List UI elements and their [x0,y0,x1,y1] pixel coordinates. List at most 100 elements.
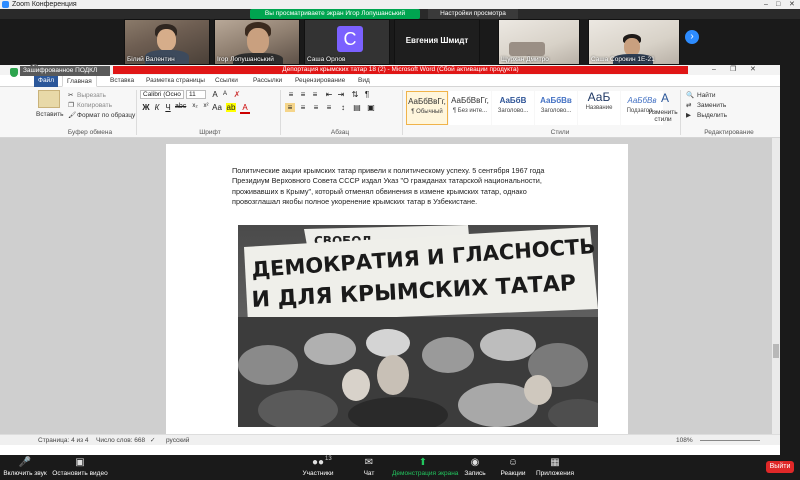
zoom-side-strip [780,65,800,455]
body-paragraph[interactable]: Политические акции крымских татар привел… [232,166,562,208]
strikethrough-icon[interactable]: abc [175,103,186,110]
tab-mailings[interactable]: Рассылки [249,75,286,87]
stop-video-button[interactable]: ▣ Остановить видео [52,455,108,480]
zoom-level[interactable]: 108% [676,435,693,446]
copy-icon[interactable]: ❐ [68,101,74,110]
line-spacing-icon[interactable]: ↕ [338,103,348,112]
find-icon[interactable]: 🔍 [686,91,694,100]
decrease-indent-icon[interactable]: ⇤ [324,90,334,99]
bullets-icon[interactable]: ≡ [286,90,296,99]
format-painter-button[interactable]: Формат по образцу [77,111,135,120]
word-count[interactable]: Число слов: 668 [96,435,145,446]
tab-review[interactable]: Рецензирование [291,75,349,87]
encryption-shield-icon[interactable] [10,68,18,77]
change-case-icon[interactable]: Аа [212,103,222,112]
tab-file[interactable]: Файл [34,75,58,87]
subscript-icon[interactable]: x₂ [190,103,200,109]
align-left-icon[interactable]: ≡ [285,103,295,112]
view-options-button[interactable]: Настройки просмотра [428,9,518,19]
proofing-icon[interactable]: ✓ [150,435,155,446]
clear-format-icon[interactable]: ✗ [232,90,242,99]
close-icon[interactable]: ✕ [789,0,795,9]
cut-button[interactable]: Вырезать [77,91,106,100]
word-window-title: Депортация крымских татар 18 (2) - Micro… [113,66,688,74]
highlight-icon[interactable]: ab [226,103,236,112]
chat-button[interactable]: ✉ Чат [356,455,382,480]
align-center-icon[interactable]: ≡ [298,103,308,112]
italic-icon[interactable]: К [152,103,162,112]
format-painter-icon[interactable]: 🖌 [68,111,76,120]
increase-indent-icon[interactable]: ⇥ [336,90,346,99]
style-heading-1[interactable]: АаБбВ Заголово... [492,91,534,125]
participant-tile[interactable]: Ігор Лопушанський [214,19,300,65]
vertical-scrollbar[interactable] [772,138,780,434]
paste-icon[interactable] [38,90,60,108]
apps-button[interactable]: ▦ Приложения [534,455,576,480]
group-label-styles: Стили [550,129,570,136]
replace-icon[interactable]: ⇄ [686,101,691,110]
justify-icon[interactable]: ≡ [324,103,334,112]
find-button[interactable]: Найти [697,91,716,100]
tab-insert[interactable]: Вставка [106,75,138,87]
participant-name: Білий Валентин [127,56,175,63]
change-styles-button[interactable]: Изменить стили [648,109,678,123]
replace-button[interactable]: Заменить [697,101,726,110]
grow-font-icon[interactable]: A [210,90,220,99]
share-screen-button[interactable]: ⬆ Демонстрация экрана [392,455,458,480]
protest-photo[interactable]: СВОБОД ДЕМОКРАТИЯ И ГЛАСНОСТЬ И ДЛЯ КРЫМ… [238,225,598,427]
copy-button[interactable]: Копировать [77,101,112,110]
font-size-select[interactable]: 11 [186,90,206,99]
numbering-icon[interactable]: ≡ [298,90,308,99]
underline-icon[interactable]: Ч [163,103,173,112]
unmute-button[interactable]: 🎤 Включить звук [2,455,48,480]
participant-tile[interactable]: Щурхан Дмитро [498,19,580,65]
superscript-icon[interactable]: x² [201,103,211,109]
participants-button[interactable]: ●● 13 Участники [298,455,338,480]
sort-icon[interactable]: ⇅ [350,90,360,99]
style-no-spacing[interactable]: АаБбВвГг, ¶ Без инте... [449,91,491,125]
leave-meeting-button[interactable]: Выйти [766,461,794,473]
shading-icon[interactable]: ▤ [352,103,362,112]
scrollbar-thumb[interactable] [773,344,779,358]
participant-tile[interactable]: Евгения Шмидт [394,19,480,65]
style-normal[interactable]: АаБбВвГг, ¶ Обычный [406,91,448,125]
tab-view[interactable]: Вид [354,75,374,87]
document-page[interactable]: Политические акции крымских татар привел… [166,144,628,434]
record-button[interactable]: ◉ Запись [462,455,488,480]
cut-icon[interactable]: ✂ [68,91,73,100]
style-title[interactable]: АаБ Название [578,91,620,125]
multilevel-list-icon[interactable]: ≡ [310,90,320,99]
shrink-font-icon[interactable]: A [220,91,230,97]
gallery-next-icon[interactable]: › [685,30,699,44]
restore-icon[interactable]: ❐ [730,65,736,75]
select-icon[interactable]: ▶ [686,111,691,120]
participant-tile[interactable]: Білий Валентин [124,19,210,65]
language-indicator[interactable]: русский [166,435,189,446]
video-camera-icon: ▣ [75,457,85,468]
borders-icon[interactable]: ▣ [366,103,376,112]
minimize-icon[interactable]: – [764,0,768,9]
bold-icon[interactable]: Ж [141,103,151,112]
align-right-icon[interactable]: ≡ [311,103,321,112]
tab-home[interactable]: Главная [62,75,97,87]
chat-icon: ✉ [364,457,374,468]
select-button[interactable]: Выделить [697,111,727,120]
paste-button[interactable]: Вставить [36,110,64,119]
tab-references[interactable]: Ссылки [211,75,242,87]
page-indicator[interactable]: Страница: 4 из 4 [38,435,89,446]
zoom-slider[interactable] [700,440,760,441]
record-icon: ◉ [470,457,480,468]
font-name-select[interactable]: Calibri (Осно [140,90,184,99]
maximize-icon[interactable]: □ [776,0,780,9]
show-marks-icon[interactable]: ¶ [362,90,372,99]
participant-tile[interactable]: Саша Сорокин 1Е-21 [588,19,680,65]
close-icon[interactable]: ✕ [750,65,756,75]
style-heading-2[interactable]: АаБбВв Заголово... [535,91,577,125]
change-styles-icon[interactable]: A [652,91,678,105]
tab-page-layout[interactable]: Разметка страницы [142,75,209,87]
minimize-icon[interactable]: – [712,65,716,75]
reactions-button[interactable]: ☺ Реакции [498,455,528,480]
group-label-editing: Редактирование [704,129,754,136]
font-color-icon[interactable]: A [240,103,250,114]
participant-tile[interactable]: C Саша Орлов [304,19,390,65]
